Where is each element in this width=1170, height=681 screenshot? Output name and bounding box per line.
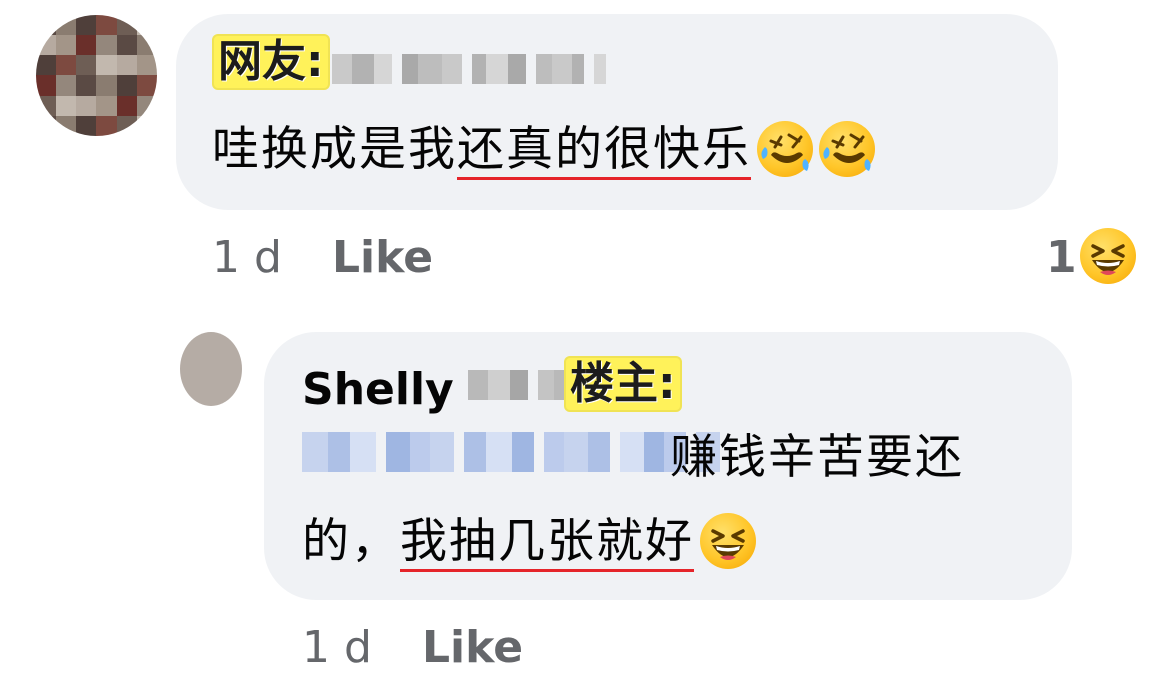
reply-text-line-2: 的，我抽几张就好 (302, 512, 756, 573)
reply-like-button[interactable]: Like (422, 620, 523, 676)
reply-author-name[interactable]: Shelly (302, 362, 454, 418)
avatar[interactable] (180, 332, 242, 406)
blurred-author-surname[interactable] (468, 370, 572, 400)
grinning-squinting-face-icon[interactable] (1080, 228, 1136, 284)
like-button[interactable]: Like (332, 230, 433, 286)
comment-text: 哇换成是我还真的很快乐 (212, 120, 875, 181)
reply-time[interactable]: 1 d (302, 620, 372, 676)
blurred-commenter-name[interactable] (332, 54, 606, 84)
rolling-on-floor-laughing-icon (819, 120, 875, 177)
reply-text-underlined: 我抽几张就好 (400, 514, 694, 569)
avatar[interactable] (36, 15, 157, 136)
comment-bubble: 网友: 哇换成是我还真的很快乐 (176, 14, 1058, 210)
grinning-squinting-face-icon (700, 512, 756, 569)
comment-text-plain: 哇换成是我 (212, 122, 457, 177)
commenter-tag: 网友: (212, 34, 330, 90)
comment-text-underlined: 还真的很快乐 (457, 122, 751, 177)
comment-time[interactable]: 1 d (212, 230, 282, 286)
reply-text-plain: 的， (302, 514, 400, 569)
author-tag: 楼主: (564, 356, 682, 412)
reply-bubble: Shelly 楼主: 赚钱辛苦要还 的，我抽几张就好 (264, 332, 1072, 600)
rolling-on-floor-laughing-icon (757, 120, 813, 177)
reply-text-line-1: 赚钱辛苦要还 (670, 430, 964, 485)
blurred-mentioned-name[interactable] (302, 432, 720, 472)
reaction-count[interactable]: 1 (1046, 230, 1077, 286)
